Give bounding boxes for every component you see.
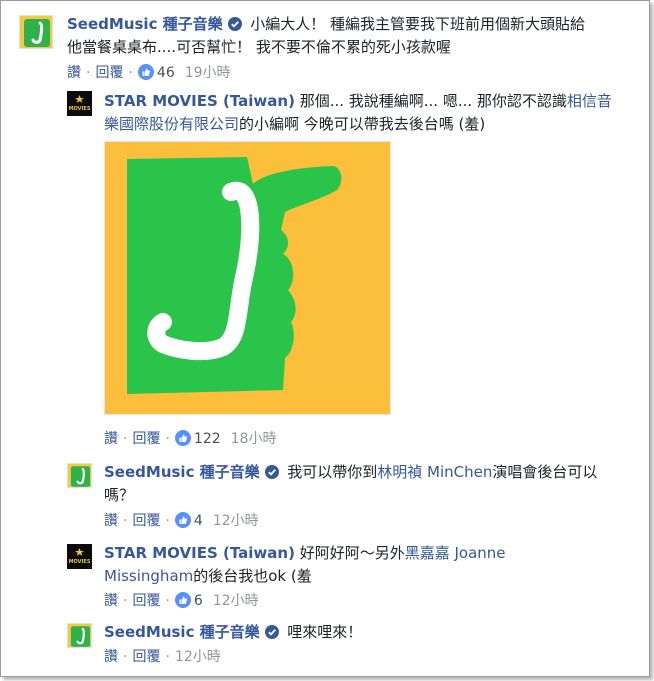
comment-body: SeedMusic 種子音樂 我可以帶你到林明禎 MinChen演唱會後台可以嗎…	[104, 461, 604, 507]
comment-body: SeedMusic 種子音樂 哩來哩來！	[104, 621, 604, 644]
seedmusic-logo	[20, 16, 52, 48]
comment-actions: 讚 · 回覆 · 122 18小時	[104, 429, 276, 449]
timestamp[interactable]: 12小時	[213, 513, 259, 529]
author-name[interactable]: SeedMusic 種子音樂	[67, 15, 223, 33]
like-button[interactable]: 讚	[67, 65, 81, 81]
verified-badge-icon	[228, 17, 243, 31]
separator: ·	[128, 65, 133, 81]
like-count[interactable]: 6	[194, 593, 203, 609]
starmovies-logo: MOVIES	[67, 544, 92, 569]
comment-text-before: 好阿好阿～另外	[299, 544, 405, 562]
verified-badge-icon	[265, 625, 280, 639]
starmovies-logo: MOVIES	[67, 91, 92, 116]
comment-body: STAR MOVIES (Taiwan) 那個... 我說種編啊... 嗯...…	[104, 90, 624, 136]
comment-body: SeedMusic 種子音樂 小編大人！ 種編我主管要我下班前用個新大頭貼給他當…	[67, 13, 587, 59]
reply-button[interactable]: 回覆	[95, 65, 123, 81]
like-count[interactable]: 46	[157, 65, 175, 81]
star-logo-text: MOVIES	[69, 106, 91, 112]
author-name[interactable]: SeedMusic 種子音樂	[104, 623, 260, 641]
timestamp[interactable]: 18小時	[231, 431, 277, 447]
thumbs-up-icon	[174, 430, 191, 446]
like-button[interactable]: 讚	[104, 513, 118, 529]
comment-actions: 讚 · 回覆 · 12小時	[104, 647, 221, 667]
separator: ·	[123, 431, 128, 447]
thumbs-up-icon	[174, 592, 191, 608]
comment-actions: 讚 · 回覆 · 4 12小時	[104, 511, 259, 531]
comment-text: 哩來哩來！	[287, 623, 363, 641]
separator: ·	[123, 513, 128, 529]
timestamp[interactable]: 19小時	[185, 65, 231, 81]
reply-button[interactable]: 回覆	[132, 513, 160, 529]
star-logo-text: MOVIES	[69, 559, 91, 565]
separator: ·	[165, 593, 170, 609]
comment-text-before: 那個... 我說種編啊... 嗯... 那你認不認識	[299, 92, 567, 110]
seedmusic-drawn-logo-image	[105, 142, 390, 414]
seedmusic-avatar[interactable]	[67, 623, 92, 648]
like-count[interactable]: 122	[194, 431, 221, 447]
verified-badge-icon	[265, 465, 280, 479]
separator: ·	[165, 649, 170, 665]
comment-actions: 讚 · 回覆 · 46 19小時	[67, 63, 231, 83]
reply-button[interactable]: 回覆	[132, 593, 160, 609]
separator: ·	[123, 649, 128, 665]
like-count[interactable]: 4	[194, 513, 203, 529]
like-button[interactable]: 讚	[104, 593, 118, 609]
mentioned-page-link[interactable]: 林明禎 MinChen	[377, 463, 492, 481]
comment-actions: 讚 · 回覆 · 6 12小時	[104, 591, 259, 611]
like-button[interactable]: 讚	[104, 431, 118, 447]
comment-attached-image[interactable]	[104, 141, 391, 415]
reply-button[interactable]: 回覆	[132, 431, 160, 447]
author-name[interactable]: STAR MOVIES (Taiwan)	[104, 92, 295, 110]
separator: ·	[165, 513, 170, 529]
separator: ·	[86, 65, 91, 81]
comment-text-after: 的小編啊 今晚可以帶我去後台嗎 (羞)	[239, 115, 486, 133]
author-name[interactable]: STAR MOVIES (Taiwan)	[104, 544, 295, 562]
author-name[interactable]: SeedMusic 種子音樂	[104, 463, 260, 481]
reply-button[interactable]: 回覆	[132, 649, 160, 665]
comment-text-after: 的後台我也ok (羞	[193, 567, 312, 585]
seedmusic-logo	[68, 464, 91, 487]
comment-thread: SeedMusic 種子音樂 小編大人！ 種編我主管要我下班前用個新大頭貼給他當…	[0, 0, 650, 677]
separator: ·	[123, 593, 128, 609]
starmovies-avatar[interactable]: MOVIES	[67, 91, 92, 116]
seedmusic-avatar[interactable]	[19, 15, 53, 49]
seedmusic-avatar[interactable]	[67, 463, 92, 488]
thumbs-up-icon	[174, 512, 191, 528]
timestamp[interactable]: 12小時	[213, 593, 259, 609]
like-button[interactable]: 讚	[104, 649, 118, 665]
starmovies-avatar[interactable]: MOVIES	[67, 544, 92, 569]
separator: ·	[165, 431, 170, 447]
thumbs-up-icon	[137, 64, 154, 80]
comment-text-before: 我可以帶你到	[287, 463, 378, 481]
seedmusic-logo	[68, 624, 91, 647]
comment-body: STAR MOVIES (Taiwan) 好阿好阿～另外黑嘉嘉 Joanne M…	[104, 542, 564, 588]
timestamp[interactable]: 12小時	[175, 649, 221, 665]
